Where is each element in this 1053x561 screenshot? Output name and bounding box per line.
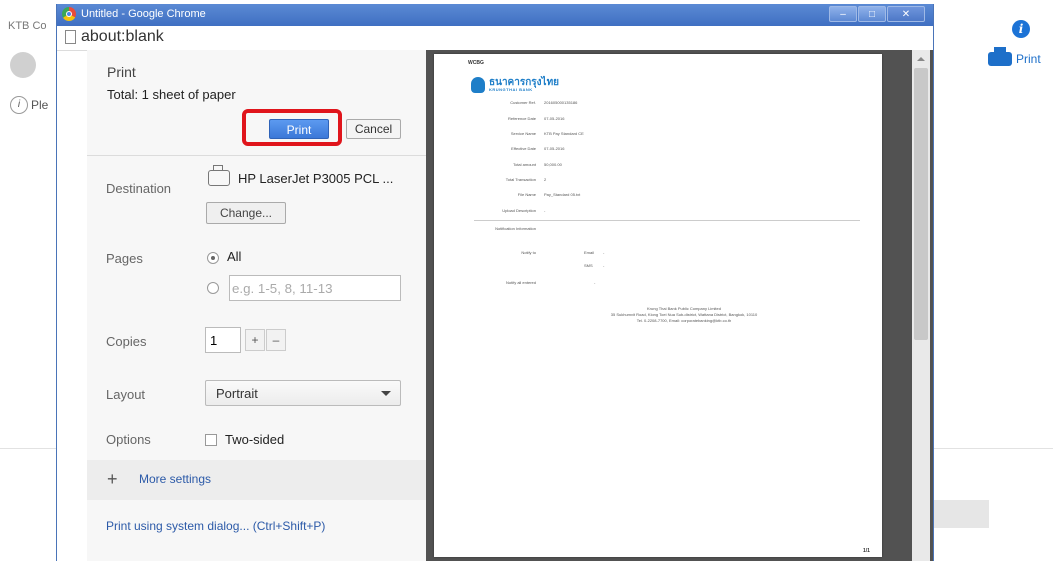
two-sided-label[interactable]: Two-sided	[225, 432, 284, 447]
layout-select[interactable]: Portrait	[205, 380, 401, 406]
copies-input[interactable]	[205, 327, 241, 353]
layout-selected-value: Portrait	[216, 386, 258, 401]
scroll-thumb[interactable]	[914, 68, 928, 340]
sheet-total: Total: 1 sheet of paper	[107, 87, 236, 102]
plus-icon: +	[107, 469, 118, 489]
background-gray-bar	[932, 500, 989, 528]
notify-sms-label: SMS	[584, 263, 593, 268]
pages-all-label[interactable]: All	[227, 249, 241, 264]
maximize-button[interactable]: □	[858, 6, 886, 22]
footer-line-1: Krung Thai Bank Public Company Limited	[647, 306, 721, 311]
notify-to-label: Notify to	[521, 250, 536, 255]
background-print-link[interactable]: Print	[988, 47, 1041, 66]
copies-increment-button[interactable]: +	[245, 329, 265, 351]
footer-line-2: 35 Sukhumvit Road, Klong Toei Nua Sub-di…	[610, 312, 758, 317]
detail-key: Effective Date	[511, 146, 536, 151]
options-label: Options	[106, 432, 151, 447]
detail-value: Pay_Standard 05.txt	[544, 192, 581, 197]
notify-all-label: Notify all entered	[505, 280, 536, 285]
system-dialog-link[interactable]: Print using system dialog... (Ctrl+Shift…	[106, 519, 325, 533]
detail-key: Total amount	[513, 162, 536, 167]
preview-scrollbar[interactable]	[912, 50, 930, 561]
detail-key: Total Transaction	[505, 177, 536, 182]
detail-value: 50,000.00	[544, 162, 562, 167]
print-preview-area: WCBG ธนาคารกรุงไทย KRUNGTHAI BANK Custom…	[426, 50, 933, 561]
minimize-button[interactable]: –	[829, 6, 857, 22]
two-sided-checkbox[interactable]	[205, 434, 217, 446]
notify-email-value: -	[603, 250, 605, 255]
bank-logo	[471, 77, 485, 93]
print-title: Print	[107, 64, 136, 80]
detail-key: Customer Ref.	[510, 100, 536, 105]
notify-all-value: -	[594, 280, 596, 285]
background-avatar	[10, 52, 36, 78]
info-icon: i	[10, 96, 28, 114]
detail-key: Reference Date	[507, 116, 536, 121]
pages-range-radio[interactable]	[207, 282, 219, 294]
background-print-label: Print	[1016, 52, 1041, 66]
detail-value: KTB Pay Standard CE	[544, 131, 584, 136]
bank-name-english: KRUNGTHAI BANK	[489, 87, 533, 92]
more-settings-label[interactable]: More settings	[139, 472, 211, 486]
page-number: 1/1	[863, 548, 870, 554]
pages-all-radio[interactable]	[207, 252, 219, 264]
print-settings-panel: Print Total: 1 sheet of paper Print Canc…	[87, 50, 427, 561]
detail-key: Service Name	[510, 131, 536, 136]
background-info-text: Ple	[31, 98, 49, 112]
blank-page-icon	[65, 30, 76, 44]
notification-label: Notification Information	[495, 226, 536, 231]
chevron-down-icon	[381, 391, 391, 396]
background-info-note: i Ple	[10, 96, 48, 114]
address-bar[interactable]: about:blank	[57, 26, 933, 51]
notify-sms-value: -	[603, 263, 605, 268]
detail-key: File Name	[517, 192, 536, 197]
preview-top-label: WCBG	[468, 60, 484, 66]
print-button[interactable]: Print	[269, 119, 329, 139]
footer-line-3: Tel. 0-2208-7700, Email: corporatebankin…	[636, 318, 732, 323]
page-range-input[interactable]	[229, 275, 401, 301]
preview-page: WCBG ธนาคารกรุงไทย KRUNGTHAI BANK Custom…	[434, 54, 882, 557]
detail-value: 2	[544, 177, 547, 182]
detail-value: 201605000135186	[544, 100, 578, 105]
copies-decrement-button[interactable]: –	[266, 329, 286, 351]
more-settings-row[interactable]: + More settings	[87, 460, 426, 500]
url-text[interactable]: about:blank	[81, 28, 164, 46]
destination-label: Destination	[106, 181, 172, 196]
scroll-up-arrow[interactable]	[912, 50, 930, 68]
window-title: Untitled - Google Chrome	[81, 8, 206, 20]
pages-label: Pages	[106, 251, 143, 266]
detail-value: -	[544, 208, 546, 213]
detail-value: 07-05-2016	[544, 116, 565, 121]
change-destination-button[interactable]: Change...	[206, 202, 286, 224]
cancel-button[interactable]: Cancel	[346, 119, 401, 139]
destination-printer: HP LaserJet P3005 PCL ...	[238, 171, 394, 186]
background-site-text: KTB Co	[8, 20, 47, 32]
preview-divider	[474, 220, 860, 221]
notify-email-label: Email	[584, 250, 595, 255]
info-icon[interactable]: i	[1012, 20, 1030, 38]
chrome-window: Untitled - Google Chrome – □ ✕ about:bla…	[56, 4, 934, 561]
window-titlebar[interactable]: Untitled - Google Chrome – □ ✕	[57, 4, 933, 26]
close-button[interactable]: ✕	[887, 6, 925, 22]
divider	[87, 155, 426, 156]
detail-key: Upload Description	[502, 208, 536, 213]
detail-value: 07-05-2016	[544, 146, 565, 151]
chrome-icon	[62, 7, 76, 21]
printer-icon	[208, 165, 230, 186]
layout-label: Layout	[106, 387, 146, 402]
copies-label: Copies	[106, 334, 147, 349]
printer-icon	[988, 47, 1012, 66]
